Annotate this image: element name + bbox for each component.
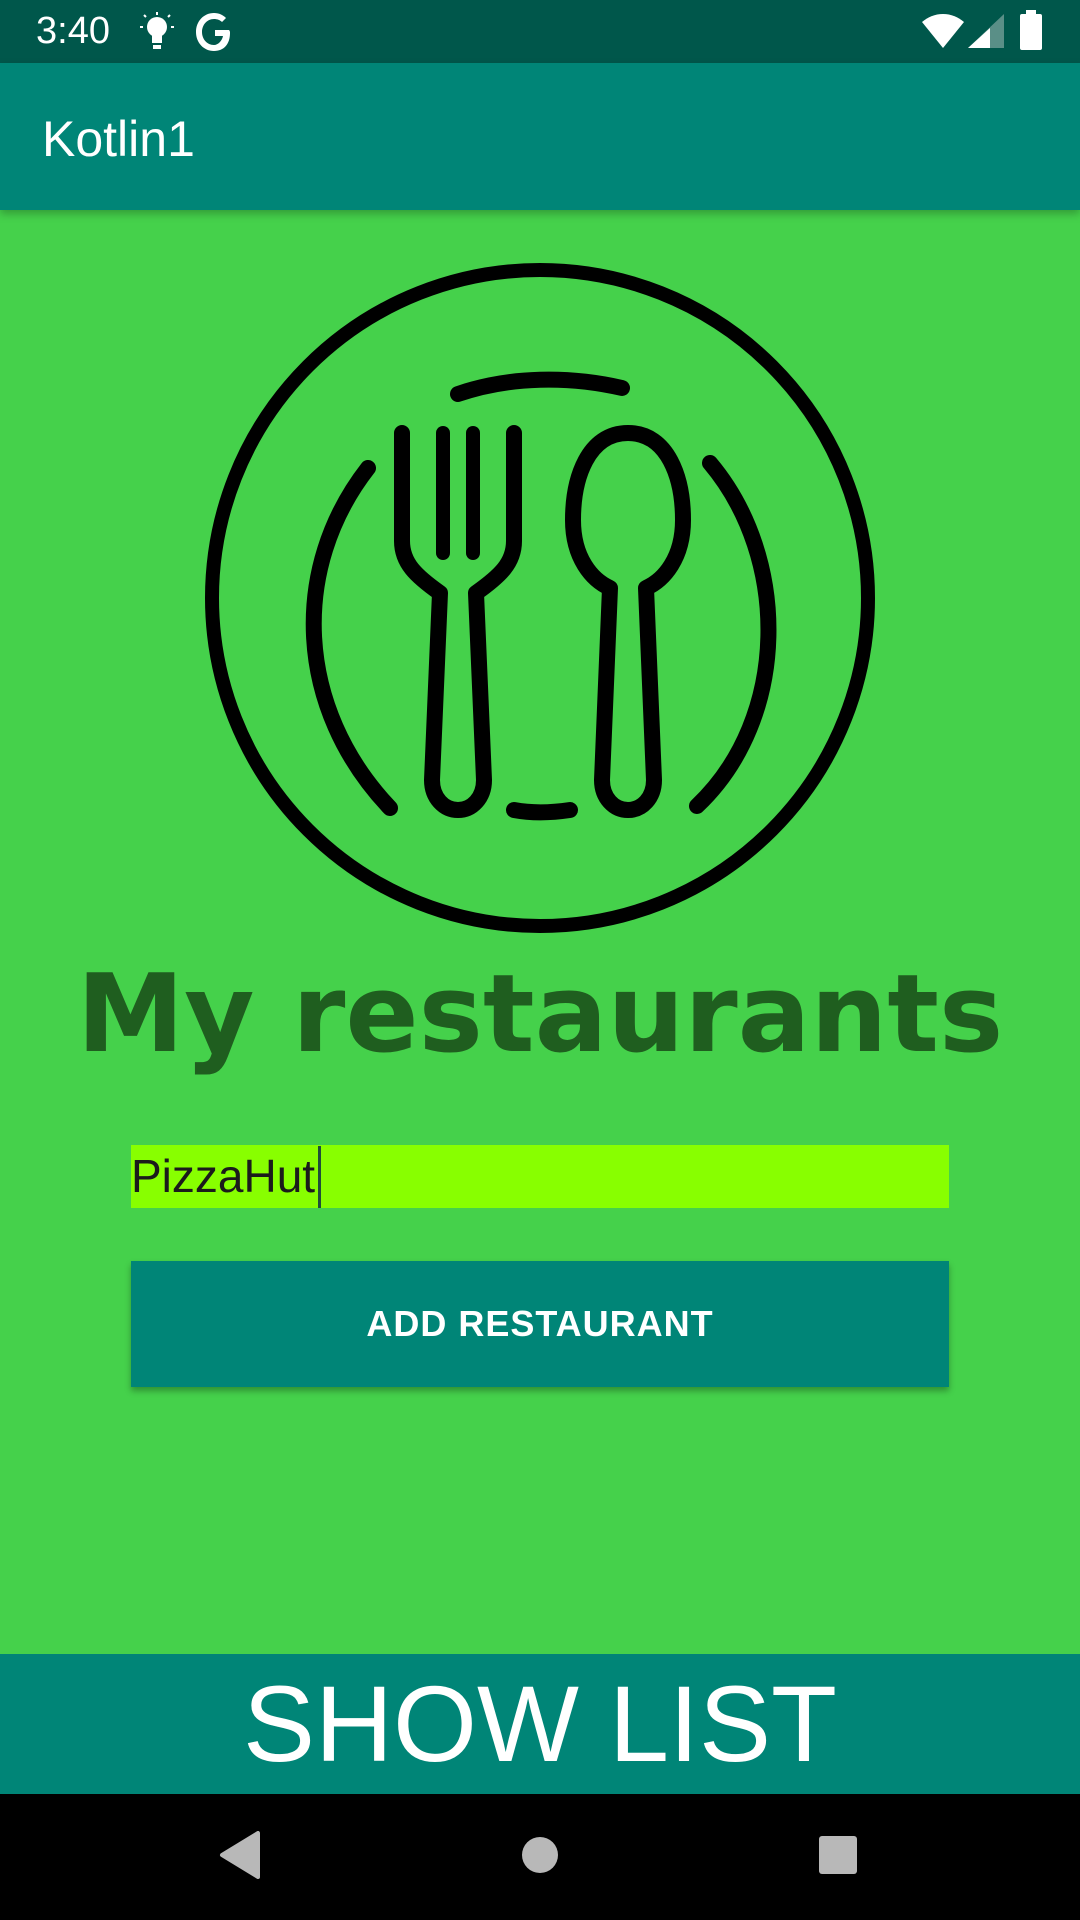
google-g-icon <box>196 12 234 57</box>
home-icon <box>520 1835 560 1880</box>
app-title: Kotlin1 <box>42 111 195 167</box>
plate-fork-spoon-icon <box>200 258 880 938</box>
restaurant-name-input[interactable] <box>131 1145 949 1208</box>
add-restaurant-button[interactable]: ADD RESTAURANT <box>131 1261 949 1387</box>
home-button[interactable] <box>477 1794 603 1920</box>
page-title: My restaurants <box>76 952 1004 1077</box>
screen: 3:40 Kotlin1 My restaurants PizzaHut ADD… <box>0 0 1080 1920</box>
recents-icon <box>818 1835 858 1880</box>
navigation-bar <box>0 1794 1080 1920</box>
battery-icon <box>1020 10 1042 55</box>
text-cursor <box>318 1146 321 1208</box>
signal-icon <box>968 14 1004 53</box>
lightbulb-icon <box>140 12 174 57</box>
status-bar: 3:40 <box>0 0 1080 63</box>
back-button[interactable] <box>177 1794 303 1920</box>
app-bar: Kotlin1 <box>0 63 1080 210</box>
recents-button[interactable] <box>775 1794 901 1920</box>
wifi-icon <box>922 14 964 53</box>
back-icon <box>218 1830 262 1884</box>
status-time: 3:40 <box>36 10 110 52</box>
show-list-button[interactable]: SHOW LIST <box>0 1654 1080 1794</box>
